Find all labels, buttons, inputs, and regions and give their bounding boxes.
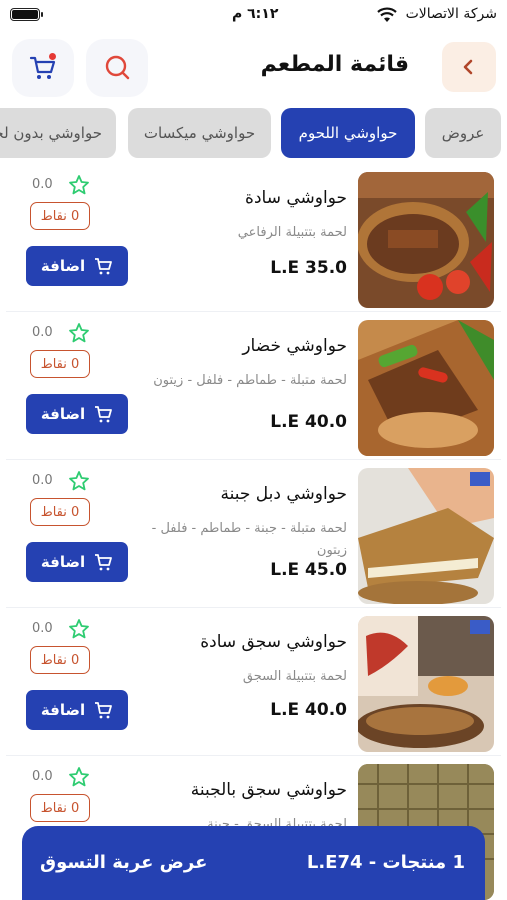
star-icon[interactable] bbox=[68, 618, 90, 640]
product-image bbox=[358, 616, 494, 752]
product-description: لحمة بتتبيلة الرفاعي bbox=[237, 225, 347, 240]
add-to-cart-button[interactable]: اضافة bbox=[26, 542, 128, 582]
product-card[interactable]: حواوشي سادة لحمة بتتبيلة الرفاعي L.E 35.… bbox=[6, 168, 501, 312]
points-badge: 0 نقاط bbox=[30, 646, 90, 674]
star-icon[interactable] bbox=[68, 766, 90, 788]
product-card[interactable]: حواوشي دبل جبنة لحمة متبلة - جبنة - طماط… bbox=[6, 464, 501, 608]
product-image bbox=[358, 172, 494, 308]
product-card[interactable]: حواوشي سجق سادة لحمة بتتبيلة السجق L.E 4… bbox=[6, 612, 501, 756]
cart-icon bbox=[95, 554, 112, 571]
battery-icon bbox=[10, 8, 43, 21]
product-name: حواوشي خضار bbox=[242, 336, 347, 356]
rating: 0.0 bbox=[32, 322, 92, 344]
product-card[interactable]: حواوشي خضار لحمة متبلة - طماطم - فلفل - … bbox=[6, 316, 501, 460]
page-title: قائمة المطعم bbox=[260, 52, 409, 77]
view-cart-bar[interactable]: 1 منتجات - L.E74 عرض عربة التسوق bbox=[22, 826, 485, 900]
carrier-name: شركة الاتصالات bbox=[405, 6, 497, 22]
add-button-label: اضافة bbox=[40, 405, 86, 423]
rating-value: 0.0 bbox=[32, 325, 53, 340]
cart-icon bbox=[95, 258, 112, 275]
star-icon[interactable] bbox=[68, 174, 90, 196]
cart-icon bbox=[95, 406, 112, 423]
rating-value: 0.0 bbox=[32, 177, 53, 192]
status-bar: ٦:١٢ م شركة الاتصالات bbox=[0, 0, 507, 30]
points-badge: 0 نقاط bbox=[30, 498, 90, 526]
header: قائمة المطعم bbox=[0, 36, 507, 102]
rating-value: 0.0 bbox=[32, 473, 53, 488]
rating: 0.0 bbox=[32, 766, 92, 788]
rating: 0.0 bbox=[32, 618, 92, 640]
product-list: حواوشي سادة لحمة بتتبيلة الرفاعي L.E 35.… bbox=[0, 168, 507, 900]
add-to-cart-button[interactable]: اضافة bbox=[26, 246, 128, 286]
add-button-label: اضافة bbox=[40, 257, 86, 275]
rating: 0.0 bbox=[32, 470, 92, 492]
add-to-cart-button[interactable]: اضافة bbox=[26, 394, 128, 434]
search-icon bbox=[105, 55, 130, 80]
tab-meat-hawawshi[interactable]: حواوشي اللحوم bbox=[281, 108, 415, 158]
star-icon[interactable] bbox=[68, 322, 90, 344]
tab-meatless-hawawshi[interactable]: حواوشي بدون لحم bbox=[0, 108, 116, 158]
star-icon[interactable] bbox=[68, 470, 90, 492]
wifi-icon bbox=[377, 7, 397, 22]
cart-summary: 1 منتجات - L.E74 bbox=[306, 852, 465, 873]
product-name: حواوشي سادة bbox=[245, 188, 347, 208]
back-button[interactable] bbox=[442, 42, 496, 92]
product-description: لحمة بتتبيلة السجق bbox=[242, 669, 347, 684]
add-button-label: اضافة bbox=[40, 701, 86, 719]
rating-value: 0.0 bbox=[32, 621, 53, 636]
points-badge: 0 نقاط bbox=[30, 202, 90, 230]
points-badge: 0 نقاط bbox=[30, 794, 90, 822]
rating-value: 0.0 bbox=[32, 769, 53, 784]
add-to-cart-button[interactable]: اضافة bbox=[26, 690, 128, 730]
search-button[interactable] bbox=[86, 39, 148, 97]
cart-button[interactable] bbox=[12, 39, 74, 97]
rating: 0.0 bbox=[32, 174, 92, 196]
product-image bbox=[358, 320, 494, 456]
tab-mix-hawawshi[interactable]: حواوشي ميكسات bbox=[128, 108, 271, 158]
product-description: لحمة متبلة - جبنة - طماطم - فلفل - زيتون bbox=[151, 521, 347, 558]
product-name: حواوشي سجق سادة bbox=[200, 632, 347, 652]
points-badge: 0 نقاط bbox=[30, 350, 90, 378]
chevron-left-icon bbox=[463, 59, 473, 75]
product-price: L.E 40.0 bbox=[270, 412, 347, 432]
tab-offers[interactable]: عروض bbox=[425, 108, 501, 158]
product-price: L.E 40.0 bbox=[270, 700, 347, 720]
product-description: لحمة متبلة - طماطم - فلفل - زيتون bbox=[153, 373, 347, 388]
status-time: ٦:١٢ م bbox=[232, 6, 279, 22]
product-name: حواوشي دبل جبنة bbox=[220, 484, 347, 504]
category-tabs: عروض حواوشي اللحوم حواوشي ميكسات حواوشي … bbox=[0, 108, 507, 162]
cart-icon bbox=[95, 702, 112, 719]
product-name: حواوشي سجق بالجبنة bbox=[190, 780, 347, 800]
view-cart-label[interactable]: عرض عربة التسوق bbox=[40, 852, 207, 873]
product-price: L.E 35.0 bbox=[270, 258, 347, 278]
product-price: L.E 45.0 bbox=[270, 560, 347, 580]
cart-badge-dot bbox=[49, 53, 56, 60]
add-button-label: اضافة bbox=[40, 553, 86, 571]
product-image bbox=[358, 468, 494, 604]
